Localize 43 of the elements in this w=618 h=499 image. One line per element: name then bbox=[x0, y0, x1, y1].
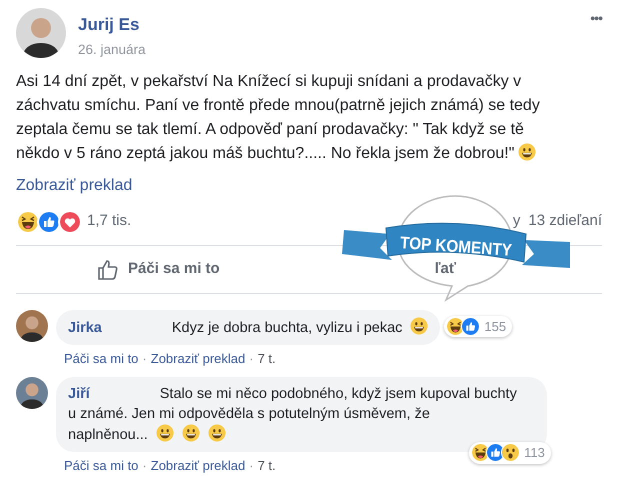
translate-link[interactable]: Zobraziť preklad bbox=[16, 177, 132, 194]
like-button[interactable]: Páči sa mi to bbox=[96, 258, 220, 282]
laughing-emoji-icon bbox=[16, 210, 40, 234]
comment-time[interactable]: 7 t. bbox=[258, 458, 276, 472]
share-count[interactable]: 13 zdieľaní bbox=[528, 210, 602, 233]
post-text-line: záchvatu smíchu. Paní ve frontě přede mnou(patrně jejich známá) se tedy bbox=[16, 97, 540, 114]
comment-action-link[interactable]: Páči sa mi to bbox=[64, 351, 138, 366]
comment-action-link[interactable]: Páči sa mi to bbox=[64, 458, 138, 472]
reaction-count[interactable]: 1,7 tis. bbox=[87, 210, 132, 233]
comment-action-link[interactable]: Zobraziť preklad bbox=[150, 458, 246, 472]
grinning-emoji-icon bbox=[410, 317, 428, 335]
share-button[interactable]: ľať bbox=[434, 258, 456, 281]
surprised-emoji-icon bbox=[501, 443, 520, 462]
separator-dot: · bbox=[249, 351, 254, 366]
avatar[interactable] bbox=[16, 310, 48, 342]
separator-dot: · bbox=[142, 458, 147, 472]
commenter-name[interactable]: Jiří bbox=[68, 386, 90, 402]
separator-dot: · bbox=[142, 351, 147, 366]
post-text-line: někdo v 5 ráno zeptá jakou máš buchtu?..... No řekla jsem že dobrou!" bbox=[16, 145, 514, 162]
avatar[interactable] bbox=[16, 8, 66, 58]
post-text-line: zeptala čemu se tak tlemí. A odpověď paní prodavačky: " Tak když se tě bbox=[16, 121, 524, 138]
banner-text: TOP KOMENTY bbox=[400, 233, 525, 261]
grinning-emoji-icon bbox=[518, 143, 536, 161]
comment-time[interactable]: 7 t. bbox=[258, 351, 276, 366]
separator-dot: · bbox=[249, 458, 254, 472]
thumbs-up-icon bbox=[461, 316, 480, 336]
grinning-emoji-icon bbox=[208, 424, 226, 442]
comment-text-line: Stalo se mi něco podobného, když jsem kupoval buchty bbox=[160, 386, 517, 402]
thumbs-up-icon bbox=[37, 210, 61, 234]
commenter-name[interactable]: Jirka bbox=[68, 320, 102, 336]
author-name[interactable]: Jurij Es bbox=[78, 15, 140, 34]
comment-count[interactable]: y bbox=[512, 210, 520, 233]
comment-text-line: naplněnou... bbox=[68, 426, 148, 442]
comment-text-line: u známé. Jen mi odpověděla s potutelným úsměvem, že bbox=[68, 406, 430, 422]
thumbs-up-icon bbox=[96, 258, 120, 282]
heart-icon bbox=[58, 210, 82, 234]
grinning-emoji-icon bbox=[182, 424, 200, 442]
more-options-button[interactable]: ••• bbox=[590, 8, 602, 29]
comment-text-line: Kdyz je dobra buchta, vylizu i pekac bbox=[172, 320, 402, 336]
comment-action-link[interactable]: Zobraziť preklad bbox=[150, 351, 246, 366]
grinning-emoji-icon bbox=[156, 424, 174, 442]
post-text-line: Asi 14 dní zpět, v pekařství Na Knížecí si kupuji snídani a prodavačky v bbox=[16, 73, 522, 90]
avatar[interactable] bbox=[16, 376, 48, 408]
